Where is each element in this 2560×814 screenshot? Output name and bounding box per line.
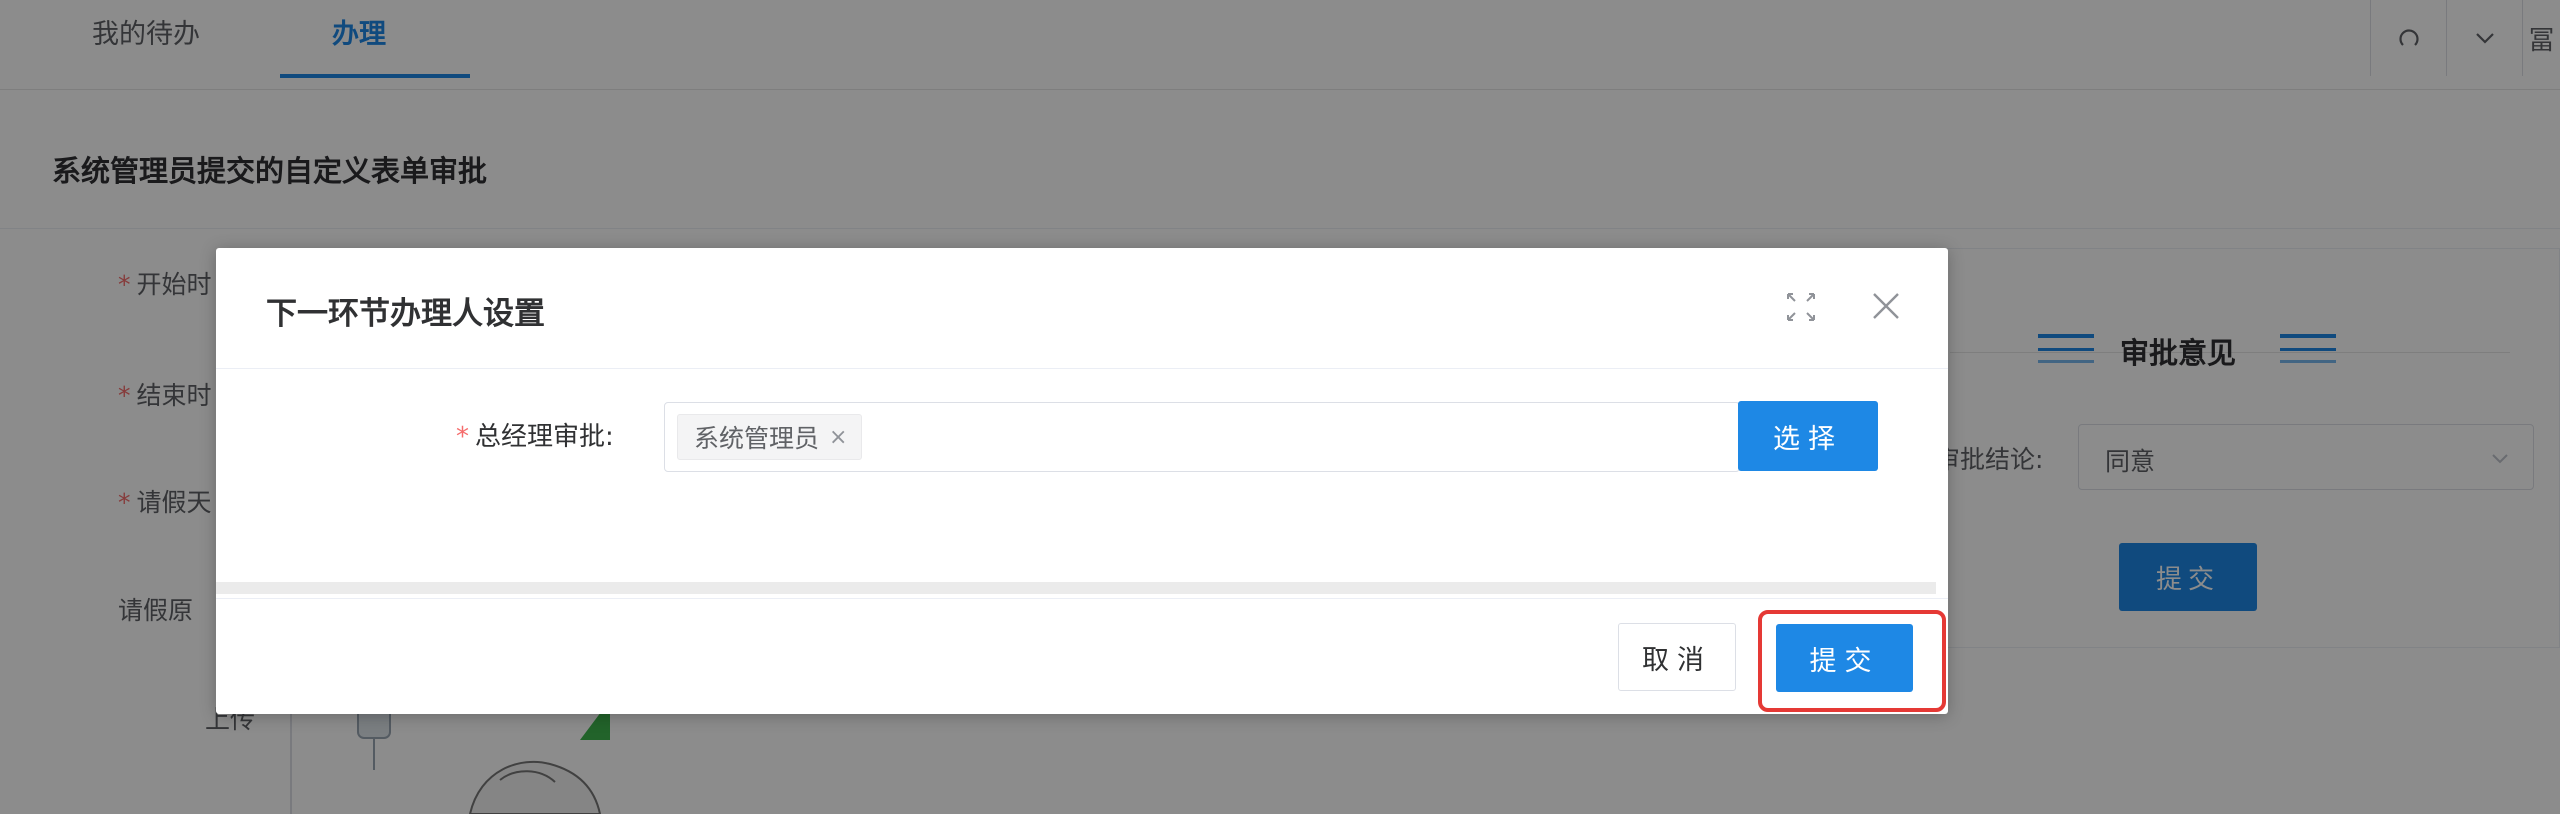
close-icon[interactable]	[1866, 286, 1906, 326]
choose-button[interactable]: 选择	[1738, 401, 1878, 471]
dialog-title: 下一环节办理人设置	[266, 296, 545, 332]
cancel-button[interactable]: 取消	[1618, 623, 1736, 691]
divider	[216, 598, 1948, 599]
divider	[216, 368, 1948, 369]
approver-tag-input[interactable]: 系统管理员 ×	[664, 402, 1740, 472]
dialog-body-scrollbar[interactable]	[216, 582, 1936, 594]
selected-user-tag-label: 系统管理员	[694, 424, 820, 453]
maximize-icon[interactable]	[1784, 290, 1818, 324]
page-root: 我的待办 办理 冨 系统管理员提交的自定义表单审批 * 开始时 * 结束时 * 请假天…	[0, 0, 2560, 814]
required-mark: *	[456, 422, 469, 452]
selected-user-tag: 系统管理员 ×	[677, 414, 863, 460]
next-handler-dialog: 下一环节办理人设置 * 总经理审批: 系统管理员 × 选择 取消 提交	[216, 248, 1948, 714]
tag-close-icon[interactable]: ×	[829, 425, 847, 450]
highlight-annotation	[1758, 610, 1946, 712]
approver-field-label: * 总经理审批:	[456, 416, 614, 453]
approver-field-label-text: 总经理审批:	[475, 422, 614, 452]
